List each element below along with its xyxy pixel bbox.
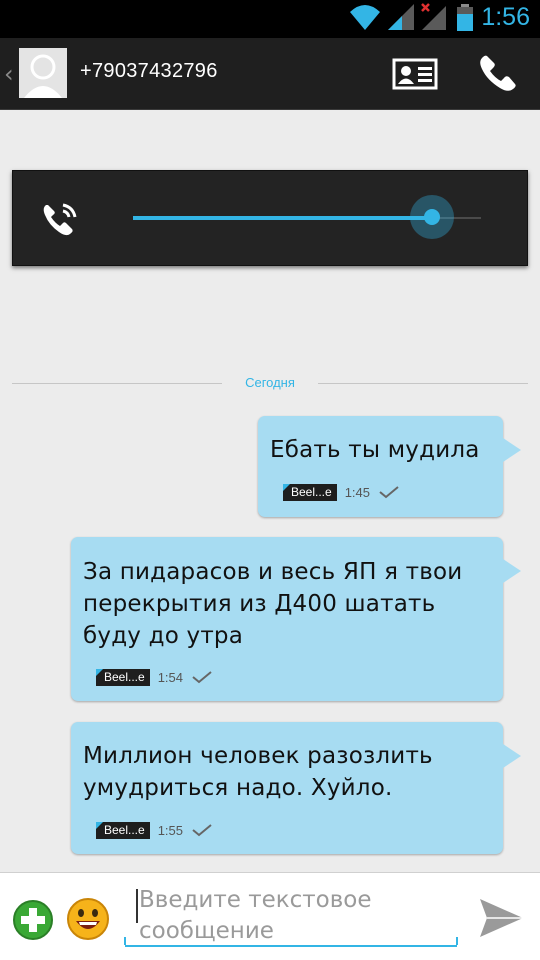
carrier-label: Beel...e — [283, 483, 337, 501]
avatar-placeholder-icon — [24, 54, 62, 98]
message-meta: Beel...e 1:54 — [96, 668, 213, 686]
message-meta: Beel...e 1:45 — [283, 483, 400, 501]
sent-check-icon — [192, 671, 212, 684]
status-bar: 1:56 — [0, 0, 540, 38]
message-meta: Beel...e 1:55 — [96, 821, 213, 839]
volume-slider-thumb[interactable] — [410, 195, 455, 239]
wifi-icon — [350, 5, 380, 30]
sent-check-icon — [379, 486, 399, 499]
message-input-placeholder: Введите текстовое сообщение — [139, 887, 372, 944]
back-chevron-icon[interactable]: ‹ — [4, 60, 14, 88]
battery-icon — [457, 4, 473, 31]
message-input[interactable]: Введите текстовое сообщение — [124, 885, 458, 947]
status-time: 1:56 — [481, 3, 530, 31]
message-text: Миллион человек разозлить умудриться над… — [83, 743, 433, 801]
text-caret — [136, 889, 138, 923]
call-icon[interactable] — [478, 53, 518, 93]
message-bubble[interactable]: За пидарасов и весь ЯП я твои перекрытия… — [71, 537, 521, 701]
message-time: 1:55 — [157, 822, 184, 838]
conversation-action-bar: ‹ +79037432796 — [0, 38, 540, 110]
add-attachment-icon[interactable] — [12, 899, 54, 941]
compose-bar: Введите текстовое сообщение — [0, 872, 540, 960]
no-signal-icon — [421, 3, 446, 30]
message-time: 1:45 — [344, 484, 371, 500]
message-text: Ебать ты мудила — [270, 437, 480, 463]
volume-slider[interactable] — [133, 195, 481, 239]
volume-slider-fill — [133, 216, 433, 220]
contact-title[interactable]: +79037432796 — [80, 60, 218, 83]
emoji-icon[interactable] — [66, 897, 110, 941]
volume-panel — [12, 170, 528, 266]
message-time: 1:54 — [157, 669, 184, 685]
send-icon[interactable] — [477, 896, 525, 940]
message-text: За пидарасов и весь ЯП я твои перекрытия… — [83, 559, 463, 649]
message-bubble[interactable]: Миллион человек разозлить умудриться над… — [71, 722, 521, 854]
date-divider: Сегодня — [12, 373, 528, 393]
contact-card-icon[interactable] — [392, 58, 438, 90]
in-call-volume-icon — [43, 203, 77, 236]
message-bubble[interactable]: Ебать ты мудила Beel...e 1:45 — [258, 416, 521, 517]
carrier-label: Beel...e — [96, 821, 150, 839]
sent-check-icon — [192, 824, 212, 837]
carrier-label: Beel...e — [96, 668, 150, 686]
signal-icon — [388, 4, 414, 30]
contact-avatar[interactable] — [19, 48, 67, 98]
divider-line-right — [318, 383, 528, 384]
